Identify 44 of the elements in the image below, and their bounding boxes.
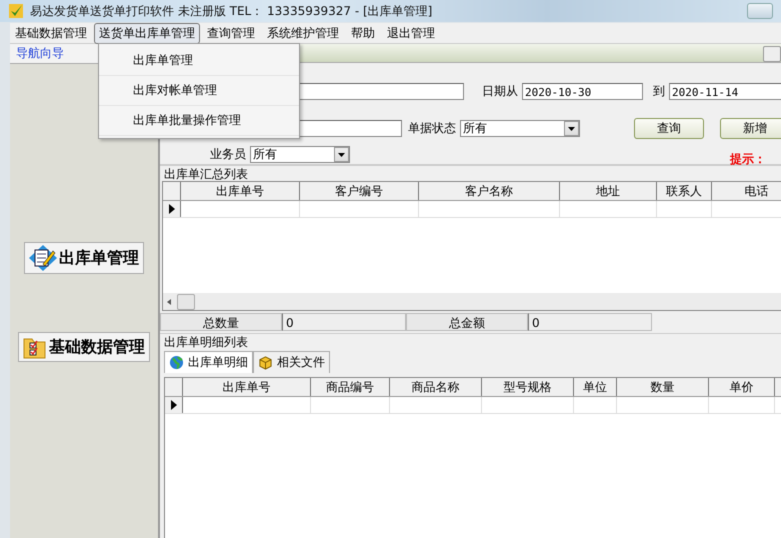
- column-header[interactable]: 客户名称: [419, 182, 560, 200]
- menu-item[interactable]: 帮助: [346, 22, 380, 44]
- column-header[interactable]: 型号规格: [482, 378, 574, 396]
- group-title: 出库单明细列表: [163, 334, 249, 349]
- menu-item[interactable]: 查询管理: [202, 22, 260, 44]
- menu-option[interactable]: 出库单批量操作管理: [99, 106, 299, 136]
- date-field[interactable]: 2020-10-30: [522, 82, 643, 100]
- column-header[interactable]: 单位: [574, 378, 617, 396]
- menu-item[interactable]: 系统维护管理: [262, 22, 344, 44]
- menu-option[interactable]: 出库单管理: [99, 46, 299, 76]
- field-label: 到: [653, 82, 665, 100]
- field-label: 业务员: [210, 146, 246, 163]
- salesperson-dropdown[interactable]: 所有: [250, 146, 350, 163]
- column-header[interactable]: 商品编号: [311, 378, 390, 396]
- column-header[interactable]: 单价: [709, 378, 775, 396]
- menu-item[interactable]: 退出管理: [382, 22, 440, 44]
- hint-text: 提示：: [730, 150, 766, 168]
- menu-item[interactable]: 送货单出库单管理: [94, 22, 200, 44]
- column-header[interactable]: 电话: [712, 182, 781, 200]
- window-title: 易达发货单送货单打印软件 未注册版 TEL： 13335939327 - [出库单管理]: [30, 2, 432, 20]
- column-header[interactable]: 出库单号: [183, 378, 311, 396]
- total-label: 总数量: [160, 313, 282, 331]
- action-button[interactable]: 查询: [634, 118, 704, 139]
- column-header[interactable]: 客户编号: [300, 182, 419, 200]
- column-header[interactable]: 出库单号: [181, 182, 300, 200]
- nav-button[interactable]: 出库单管理: [24, 242, 144, 274]
- field-label: 单据状态: [408, 120, 456, 137]
- date-field[interactable]: 2020-11-14: [669, 82, 781, 100]
- total-value: 0: [528, 313, 652, 331]
- tab[interactable]: 相关文件: [253, 351, 330, 373]
- nav-button[interactable]: 基础数据管理: [18, 332, 150, 362]
- menu-option[interactable]: 出库对帐单管理: [99, 76, 299, 106]
- field-label: 日期从: [482, 82, 518, 100]
- tab[interactable]: 出库单明细: [164, 351, 253, 373]
- group-title: 出库单汇总列表: [163, 166, 249, 181]
- menu-item[interactable]: 基础数据管理: [10, 22, 92, 44]
- column-header[interactable]: 联系人: [657, 182, 712, 200]
- total-label: 总金额: [406, 313, 528, 331]
- column-header[interactable]: 数量: [617, 378, 709, 396]
- total-value: 0: [282, 313, 406, 331]
- status-dropdown[interactable]: 所有: [460, 120, 580, 137]
- action-button[interactable]: 新增: [720, 118, 781, 139]
- column-header[interactable]: 地址: [560, 182, 657, 200]
- column-header[interactable]: 商品名称: [390, 378, 482, 396]
